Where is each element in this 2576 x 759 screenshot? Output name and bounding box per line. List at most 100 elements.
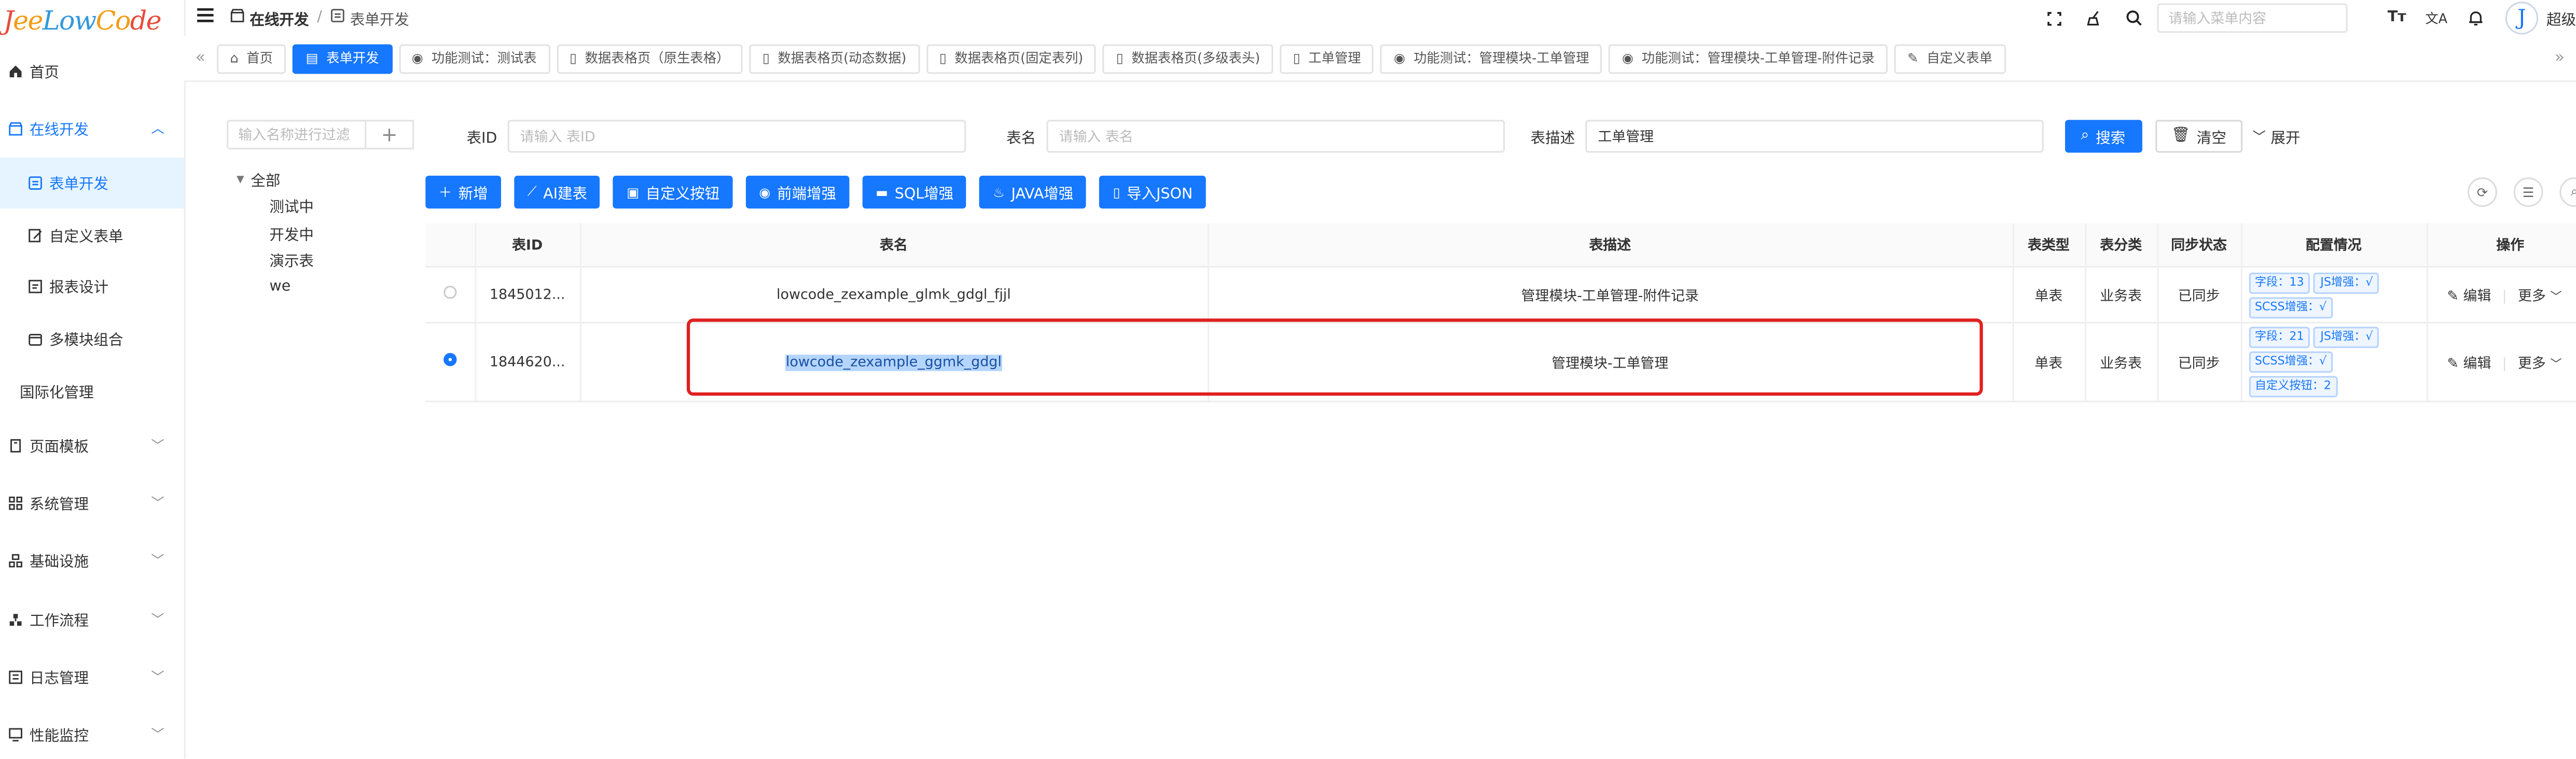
column-header[interactable]: 同步状态: [2157, 223, 2242, 268]
add-category-button[interactable]: +: [366, 120, 414, 150]
custom-button-button[interactable]: ▣ 自定义按钮: [613, 175, 733, 209]
sql-enhance-button[interactable]: ▬ SQL增强: [862, 175, 967, 209]
tab-work-order[interactable]: ▯ 工单管理: [1280, 43, 1374, 73]
column-header[interactable]: 配置情况: [2240, 223, 2428, 268]
row-select-cell[interactable]: [425, 322, 476, 402]
chevron-down-icon: ﹀: [151, 669, 164, 684]
button-label: 前端增强: [777, 186, 837, 203]
sidebar-item-multi-module[interactable]: 多模块组合: [0, 314, 184, 363]
plus-icon: ＋: [438, 185, 452, 200]
cursor-icon: ▣: [627, 185, 640, 200]
table-header-row: 表ID 表名 表描述 表类型 表分类 同步状态 配置情况 操作: [425, 223, 2576, 268]
table-row[interactable]: 1844620... lowcode_zexample_ggmk_gdgl 管理…: [425, 322, 2576, 402]
tab-scroll-right-icon[interactable]: »: [2543, 49, 2576, 67]
sidebar-item-report-design[interactable]: 报表设计: [0, 261, 184, 311]
config-tag: JS增强：√: [2314, 327, 2380, 348]
file-icon: ▯: [1113, 185, 1120, 200]
table-desc-cell: 管理模块-工单管理: [1207, 322, 2014, 402]
row-radio[interactable]: [443, 353, 456, 367]
app-logo[interactable]: Jee Low Co de: [0, 0, 184, 39]
broom-icon[interactable]: [2083, 7, 2106, 30]
refresh-icon[interactable]: ⟳: [2467, 177, 2497, 207]
table-id-input[interactable]: 请输入 表ID: [507, 120, 965, 153]
translate-icon[interactable]: 文A: [2425, 7, 2448, 30]
column-header[interactable]: 表分类: [2085, 223, 2158, 268]
search-icon[interactable]: [2123, 7, 2145, 30]
tab-native-table[interactable]: ▯ 数据表格页（原生表格）: [556, 43, 743, 73]
table-desc-input[interactable]: 工单管理: [1585, 120, 2043, 153]
sidebar-item-home[interactable]: 首页: [0, 46, 184, 95]
tab-test-work-order[interactable]: ◉ 功能测试：管理模块-工单管理: [1380, 43, 1602, 73]
tab-custom-form[interactable]: ✎ 自定义表单: [1894, 43, 2006, 73]
ai-create-table-button[interactable]: ⟋ AI建表: [514, 175, 601, 209]
sidebar-item-online-dev[interactable]: 在线开发 ︿: [0, 104, 184, 153]
operations-cell: ✎ 编辑 | 更多 ﹀: [2426, 322, 2576, 402]
breadcrumb-item[interactable]: 在线开发: [250, 7, 309, 29]
column-header[interactable]: 操作: [2426, 223, 2576, 268]
button-label: 自定义按钮: [645, 186, 720, 203]
sidebar-item-workflow[interactable]: 工作流程 ﹀: [0, 594, 184, 643]
bell-icon[interactable]: [2464, 7, 2487, 30]
breadcrumb-separator: /: [317, 10, 322, 26]
sidebar-item-custom-form[interactable]: 自定义表单: [0, 210, 184, 259]
home-icon: ⌂: [230, 51, 239, 66]
edit-link[interactable]: ✎ 编辑: [2447, 288, 2491, 305]
tree-node[interactable]: 演示表: [237, 247, 314, 274]
table-row[interactable]: 1845012... lowcode_zexample_glmk_gdgl_fj…: [425, 266, 2576, 324]
tab-dynamic-data[interactable]: ▯ 数据表格页(动态数据): [749, 43, 920, 73]
tab-home[interactable]: ⌂ 首页: [217, 43, 286, 73]
column-settings-icon[interactable]: ☰: [2513, 177, 2543, 207]
sidebar-item-system[interactable]: 系统管理 ﹀: [0, 478, 184, 527]
column-header[interactable]: 表名: [579, 223, 1209, 268]
menu-search-input[interactable]: 请输入菜单内容: [2157, 3, 2348, 33]
sidebar: Jee Low Co de 首页 在线开发 ︿ 表单开发 自定义表单 报表设计 多模块…: [0, 0, 186, 759]
category-tree-panel: 输入名称进行过滤 + ▼ 全部 测试中 开发中 演示表 we: [227, 120, 414, 296]
sidebar-item-log[interactable]: 日志管理 ﹀: [0, 652, 184, 701]
link-label: 编辑: [2463, 288, 2491, 305]
search-button[interactable]: ⌕ 搜索: [2064, 120, 2142, 153]
search-toggle-icon[interactable]: ⌕: [2559, 177, 2576, 207]
tab-test-work-order-attachment[interactable]: ◉ 功能测试：管理模块-工单管理-附件记录: [1609, 43, 1888, 73]
more-dropdown[interactable]: 更多 ﹀: [2518, 356, 2562, 372]
sidebar-item-form-dev[interactable]: 表单开发: [0, 158, 184, 209]
tree-node[interactable]: 开发中: [237, 220, 314, 247]
tab-test-table[interactable]: ◉ 功能测试：测试表: [398, 43, 550, 73]
tree-filter-input[interactable]: 输入名称进行过滤: [227, 120, 367, 150]
sidebar-item-page-template[interactable]: 页面模板 ﹀: [0, 420, 184, 470]
java-enhance-button[interactable]: ♨ JAVA增强: [979, 175, 1087, 209]
column-header[interactable]: 表类型: [2012, 223, 2086, 268]
table-type-cell: 单表: [2012, 266, 2086, 324]
hamburger-menu-icon[interactable]: [197, 8, 214, 28]
import-json-button[interactable]: ▯ 导入JSON: [1100, 175, 1206, 209]
clear-button[interactable]: 🗑︎ 清空: [2155, 120, 2243, 153]
tree-node-root[interactable]: ▼ 全部: [237, 166, 314, 193]
sidebar-item-monitor[interactable]: 性能监控 ﹀: [0, 709, 184, 758]
tab-scroll-left-icon[interactable]: «: [184, 49, 217, 67]
table-name-input[interactable]: 请输入 表名: [1046, 120, 1504, 153]
sidebar-item-label: 自定义表单: [49, 229, 123, 246]
row-select-cell[interactable]: [425, 266, 476, 324]
column-header[interactable]: 表ID: [475, 223, 581, 268]
expand-toggle[interactable]: ﹀ 展开: [2253, 125, 2301, 147]
fullscreen-icon[interactable]: [2044, 7, 2067, 30]
sidebar-item-i18n[interactable]: 国际化管理: [0, 366, 184, 415]
frontend-enhance-button[interactable]: ◉ 前端增强: [745, 175, 850, 209]
tab-multi-header[interactable]: ▯ 数据表格页(多级表头): [1103, 43, 1273, 73]
column-header[interactable]: 表描述: [1207, 223, 2014, 268]
add-button[interactable]: ＋ 新增: [425, 175, 502, 209]
sidebar-item-label: 系统管理: [30, 497, 89, 513]
user-name[interactable]: 超级: [2546, 7, 2576, 29]
sidebar-item-infra[interactable]: 基础设施 ﹀: [0, 535, 184, 584]
sidebar-item-label: 报表设计: [49, 279, 109, 297]
tab-bar: « ⌂ 首页 ▤ 表单开发 ◉ 功能测试：测试表 ▯ 数据表格页（原生表格） ▯ 数据表格…: [184, 36, 2576, 82]
tab-form-dev[interactable]: ▤ 表单开发: [292, 43, 392, 73]
avatar[interactable]: J: [2505, 2, 2539, 35]
tab-fixed-column[interactable]: ▯ 数据表格页(固定表列): [926, 43, 1097, 73]
edit-link[interactable]: ✎ 编辑: [2447, 356, 2491, 372]
font-size-icon[interactable]: Tт: [2386, 7, 2408, 30]
more-dropdown[interactable]: 更多 ﹀: [2518, 288, 2562, 305]
row-radio[interactable]: [443, 286, 456, 299]
tree-node[interactable]: 测试中: [237, 193, 314, 220]
tree-node[interactable]: we: [237, 274, 314, 301]
sidebar-item-label: 首页: [30, 65, 60, 81]
